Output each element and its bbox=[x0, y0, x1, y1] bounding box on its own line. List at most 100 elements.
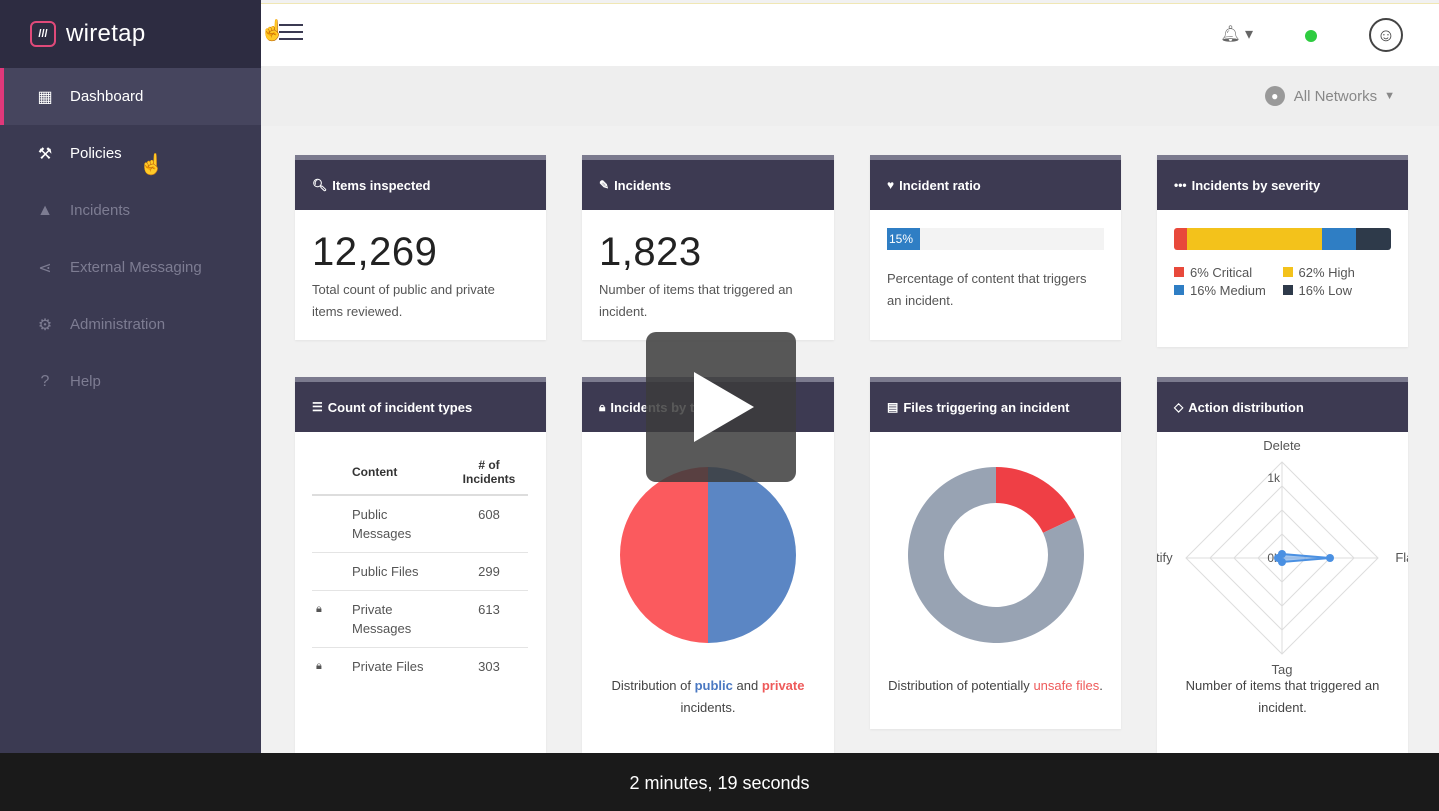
card-description: Number of items that triggered an incide… bbox=[599, 282, 793, 319]
sidebar-item-label: Help bbox=[70, 373, 101, 390]
sidebar-item-label: Administration bbox=[70, 316, 166, 333]
legend-item: 16% Medium bbox=[1174, 282, 1283, 300]
gears-icon: ⚙ bbox=[37, 316, 53, 334]
legend-item: 16% Low bbox=[1282, 282, 1392, 300]
ellipsis-icon: ••• bbox=[1174, 178, 1187, 192]
avatar[interactable]: ☺ bbox=[1369, 18, 1403, 52]
legend-label: 6% Critical bbox=[1190, 265, 1253, 280]
incident-ratio-progress: 15% bbox=[887, 228, 1104, 250]
incident-count: 613 bbox=[450, 590, 528, 648]
content-link[interactable]: Public Messages bbox=[348, 494, 450, 553]
sidebar-item-label: External Messaging bbox=[70, 259, 202, 276]
content-link[interactable]: Public Files bbox=[348, 552, 450, 591]
radar-point bbox=[1274, 554, 1282, 562]
legend-swatch bbox=[1174, 285, 1184, 295]
table-row: 🔒︎ Private Messages 613 bbox=[312, 590, 528, 648]
incidents-by-severity-card: ••• Incidents by severity 6% Critical 62% … bbox=[1157, 155, 1408, 347]
caption-text: incidents. bbox=[680, 700, 736, 715]
card-title: Count of incident types bbox=[327, 399, 473, 415]
incidents-value: 1,823 bbox=[599, 230, 702, 274]
video-play-button[interactable] bbox=[646, 332, 796, 482]
heartbeat-icon: ♥ bbox=[887, 178, 895, 192]
warning-icon: ▲ bbox=[37, 201, 53, 219]
file-icon: ▤ bbox=[887, 400, 899, 414]
items-inspected-value: 12,269 bbox=[312, 230, 438, 274]
incidents-pie-chart bbox=[619, 467, 797, 643]
sidebar-item-label: Incidents bbox=[70, 202, 131, 219]
share-icon: ⋖ bbox=[38, 259, 52, 277]
play-icon bbox=[694, 372, 754, 442]
help-icon: ? bbox=[40, 372, 50, 390]
table-row: Public Messages 608 bbox=[312, 494, 528, 553]
chart-caption: Distribution of potentially unsafe files… bbox=[870, 675, 1121, 697]
action-radar-chart: DeleteFlagTagNotify0k1k bbox=[1157, 441, 1408, 677]
hand-cursor-icon: ☝ bbox=[260, 20, 285, 42]
radar-axis-label: Flag bbox=[1395, 550, 1408, 565]
content-link[interactable]: Private Files bbox=[348, 647, 450, 685]
content-link[interactable]: Private Messages bbox=[348, 590, 450, 648]
sidebar-item-policies[interactable]: ⚒ Policies bbox=[0, 125, 261, 182]
legend-item: 6% Critical bbox=[1174, 264, 1283, 282]
sidebar-item-external-messaging[interactable]: ⋖ External Messaging bbox=[0, 239, 261, 296]
caption-text: Distribution of bbox=[611, 678, 691, 693]
caption-text: . bbox=[1099, 678, 1103, 693]
card-title: Action distribution bbox=[1188, 399, 1304, 415]
notifications-bell-icon[interactable]: 🔔︎ ▾ bbox=[1220, 24, 1253, 44]
video-duration: 2 minutes, 19 seconds bbox=[629, 773, 810, 793]
sidebar-item-label: Policies bbox=[70, 145, 122, 162]
column-header: Content bbox=[348, 450, 450, 496]
legend-label: 16% Low bbox=[1298, 283, 1352, 298]
lock-icon: 🔒︎ bbox=[599, 399, 606, 414]
radar-axis-label: Delete bbox=[1263, 441, 1301, 453]
severity-segment bbox=[1187, 228, 1322, 250]
severity-segment bbox=[1174, 228, 1188, 250]
hand-cursor-icon: ☝ bbox=[139, 154, 164, 176]
incident-count: 608 bbox=[450, 494, 528, 553]
card-title: Incidents by severity bbox=[1191, 177, 1321, 193]
card-description: Total count of public and private items … bbox=[312, 282, 495, 319]
network-selector[interactable]: ● All Networks ▼ bbox=[1264, 86, 1395, 106]
legend-label: 16% Medium bbox=[1190, 283, 1266, 298]
card-title: Incidents bbox=[614, 177, 672, 193]
pie-slice-private bbox=[619, 467, 708, 643]
grid-icon: ▦ bbox=[37, 88, 53, 106]
sidebar-item-label: Dashboard bbox=[70, 88, 144, 105]
gavel-icon: ⚒ bbox=[37, 145, 53, 163]
column-header: # of Incidents bbox=[450, 450, 528, 496]
card-description: Percentage of content that triggers an i… bbox=[887, 271, 1087, 308]
severity-segment bbox=[1321, 228, 1357, 250]
search-icon: 🔍︎ bbox=[312, 178, 328, 192]
brand-name: wiretap bbox=[66, 20, 146, 47]
lock-icon: 🔒︎ bbox=[312, 590, 348, 648]
pie-slice-public bbox=[708, 467, 797, 643]
crosshair-icon: ◇ bbox=[1174, 400, 1184, 414]
sidebar-item-dashboard[interactable]: ▦ Dashboard bbox=[0, 68, 261, 125]
card-title: Files triggering an incident bbox=[903, 399, 1070, 415]
brand[interactable]: /// wiretap bbox=[0, 0, 261, 68]
table-row: 🔒︎ Private Files 303 bbox=[312, 647, 528, 685]
legend-label: 62% High bbox=[1298, 265, 1355, 280]
caption-text: Distribution of potentially bbox=[888, 678, 1030, 693]
chart-caption: Distribution of public and private incid… bbox=[582, 675, 834, 719]
chart-caption: Number of items that triggered an incide… bbox=[1185, 678, 1380, 715]
sidebar-item-help[interactable]: ? Help bbox=[0, 353, 261, 410]
top-bar: 🔔︎ ▾ ☺ bbox=[261, 3, 1439, 67]
legend-item: 62% High bbox=[1282, 264, 1392, 282]
action-distribution-card: ◇Action distribution DeleteFlagTagNotify… bbox=[1157, 377, 1408, 753]
radar-point bbox=[1326, 554, 1334, 562]
lock-icon: 🔒︎ bbox=[312, 647, 348, 685]
incident-count: 299 bbox=[450, 552, 528, 591]
files-triggering-card: ▤ Files triggering an incident Distributi… bbox=[870, 377, 1121, 729]
globe-icon: ● bbox=[1264, 86, 1285, 106]
video-info-bar: 2 minutes, 19 seconds bbox=[0, 753, 1439, 811]
pie-slice-unsafe-files bbox=[996, 467, 1076, 533]
wiretap-logo-icon: /// bbox=[30, 21, 56, 47]
caption-private: private bbox=[761, 678, 805, 693]
progress-fill: 15% bbox=[887, 228, 920, 250]
caption-text: and bbox=[736, 678, 759, 693]
sidebar-item-administration[interactable]: ⚙ Administration bbox=[0, 296, 261, 353]
list-icon: ☰ bbox=[312, 400, 323, 414]
table-row: Public Files 299 bbox=[312, 552, 528, 591]
sidebar-item-incidents[interactable]: ▲ Incidents bbox=[0, 182, 261, 239]
network-selector-label: All Networks bbox=[1293, 87, 1378, 105]
